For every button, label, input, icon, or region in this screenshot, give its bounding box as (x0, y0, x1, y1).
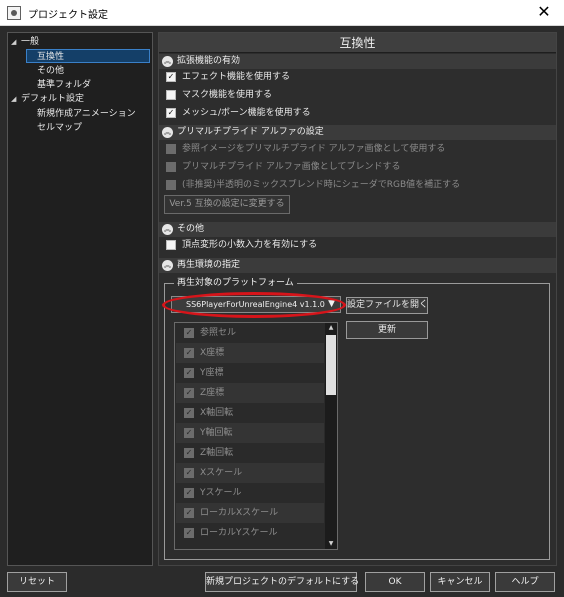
reset-button[interactable]: リセット (7, 572, 67, 592)
scroll-up-icon[interactable]: ▲ (325, 323, 337, 333)
checkbox[interactable]: ✓ (184, 408, 194, 418)
close-icon[interactable]: ✕ (524, 0, 564, 26)
list-item-label: X軸回転 (200, 408, 234, 418)
checkbox[interactable] (166, 162, 176, 172)
open-settings-file-button[interactable]: 設定ファイルを開く (346, 297, 428, 314)
list-item[interactable]: ✓ Xスケール (176, 463, 324, 483)
section-label: プリマルチプライド アルファの設定 (177, 127, 324, 137)
section-premultiplied-alpha[interactable]: ︽ プリマルチプライド アルファの設定 (159, 125, 556, 140)
checkbox[interactable]: ✓ (184, 528, 194, 538)
list-item-label: X座標 (200, 348, 225, 358)
list-item[interactable]: ✓ Yスケール (176, 483, 324, 503)
section-label: その他 (177, 224, 205, 234)
list-item[interactable]: ✓ X軸回転 (176, 403, 324, 423)
list-item-label: ローカルXスケール (200, 508, 279, 518)
list-item-label: Y軸回転 (200, 428, 233, 438)
tree-item-other[interactable]: その他 (37, 64, 64, 78)
checkbox[interactable] (166, 180, 176, 190)
list-item-label: Z座標 (200, 388, 225, 398)
checkbox[interactable]: ✓ (184, 488, 194, 498)
checkbox[interactable]: ✓ (166, 72, 176, 82)
list-item[interactable]: ✓ ローカルXスケール (176, 503, 324, 523)
list-item-label: Y座標 (200, 368, 224, 378)
list-item[interactable]: ✓ X座標 (176, 343, 324, 363)
list-item[interactable]: ✓ 参照セル (176, 323, 324, 343)
tree-item-cellmap[interactable]: セルマップ (37, 121, 82, 135)
tree-item-label: セルマップ (37, 123, 83, 133)
tree-item-default-settings[interactable]: ◢ デフォルト設定 (11, 92, 84, 106)
option-label: 参照イメージをプリマルチプライド アルファ画像として使用する (182, 144, 446, 154)
scroll-down-icon[interactable]: ▼ (325, 539, 337, 549)
checkbox[interactable] (166, 90, 176, 100)
category-tree: ◢ 一般 互換性 その他 基準フォルダ ◢ デフォルト設定 新規作成アニメーション … (7, 32, 153, 566)
checkbox[interactable]: ✓ (184, 468, 194, 478)
section-label: 拡張機能の有効 (177, 56, 241, 66)
checkbox[interactable] (166, 144, 176, 154)
list-item[interactable]: ✓ Y座標 (176, 363, 324, 383)
expand-arrow-icon[interactable]: ◢ (11, 92, 21, 106)
checkbox[interactable]: ✓ (184, 508, 194, 518)
list-item[interactable]: ✓ ローカルYスケール (176, 523, 324, 543)
app-icon (7, 6, 21, 20)
list-item[interactable]: ✓ Y軸回転 (176, 423, 324, 443)
option-label: メッシュ/ボーン機能を使用する (182, 108, 311, 118)
cancel-button[interactable]: キャンセル (430, 572, 490, 592)
list-item[interactable]: ✓ Z軸回転 (176, 443, 324, 463)
checkbox[interactable]: ✓ (184, 388, 194, 398)
help-button[interactable]: ヘルプ (495, 572, 555, 592)
list-item-label: ローカルYスケール (200, 528, 278, 538)
scroll-thumb[interactable] (326, 335, 336, 395)
list-item-label: 参照セル (200, 328, 237, 338)
section-label: 再生環境の指定 (177, 260, 241, 270)
tree-item-general[interactable]: ◢ 一般 (11, 35, 39, 49)
checkbox[interactable]: ✓ (166, 108, 176, 118)
set-default-for-new-project-button[interactable]: 新規プロジェクトのデフォルトにする (205, 572, 359, 592)
expand-arrow-icon[interactable]: ◢ (11, 35, 21, 49)
option-label: 頂点変形の小数入力を有効にする (182, 240, 318, 250)
section-playback-environment[interactable]: ︽ 再生環境の指定 (159, 258, 556, 273)
tree-item-label: 新規作成アニメーション (37, 109, 136, 119)
page-title: 互換性 (159, 33, 556, 53)
platform-group-title: 再生対象のプラットフォーム (174, 278, 297, 289)
list-scrollbar[interactable]: ▲ ▼ (325, 323, 337, 549)
option-label: プリマルチプライド アルファ画像としてブレンドする (182, 162, 401, 172)
tree-item-base-folder[interactable]: 基準フォルダ (37, 78, 91, 92)
checkbox[interactable]: ✓ (184, 428, 194, 438)
attribute-list[interactable]: ✓ 参照セル ✓ X座標 ✓ Y座標 ✓ Z座標 ✓ X軸回転 ✓ Y軸回転 ✓ Z軸回転 ✓… (174, 322, 338, 550)
tree-item-new-animation[interactable]: 新規作成アニメーション (37, 107, 136, 121)
collapse-icon[interactable]: ︽ (162, 260, 173, 271)
ok-button[interactable]: OK (365, 572, 425, 592)
collapse-icon[interactable]: ︽ (162, 127, 173, 138)
collapse-icon[interactable]: ︽ (162, 56, 173, 67)
collapse-icon[interactable]: ︽ (162, 224, 173, 235)
checkbox[interactable]: ✓ (184, 348, 194, 358)
option-label: (非推奨)半透明のミックスブレンド時にシェーダでRGB値を補正する (182, 180, 461, 190)
highlight-annotation-ring (162, 292, 346, 318)
checkbox[interactable]: ✓ (184, 448, 194, 458)
checkbox[interactable]: ✓ (184, 368, 194, 378)
ver5-compat-button[interactable]: Ver.5 互換の設定に変更する (164, 195, 290, 214)
list-item-label: Xスケール (200, 468, 243, 478)
checkbox[interactable] (166, 240, 176, 250)
title-bar: プロジェクト設定 ✕ (0, 0, 564, 26)
window-title: プロジェクト設定 (28, 10, 108, 21)
tree-item-compatibility[interactable]: 互換性 (26, 49, 150, 63)
tree-item-label: 一般 (21, 37, 40, 47)
option-label: マスク機能を使用する (182, 90, 273, 100)
section-other[interactable]: ︽ その他 (159, 222, 556, 237)
section-extended-features[interactable]: ︽ 拡張機能の有効 (159, 54, 556, 69)
list-item-label: Z軸回転 (200, 448, 234, 458)
tree-item-label: 基準フォルダ (37, 80, 92, 90)
list-item-label: Yスケール (200, 488, 242, 498)
option-label: エフェクト機能を使用する (182, 72, 291, 82)
list-item[interactable]: ✓ Z座標 (176, 383, 324, 403)
tree-item-label: デフォルト設定 (21, 94, 85, 104)
refresh-button[interactable]: 更新 (346, 321, 428, 339)
tree-item-label: その他 (37, 66, 65, 76)
tree-item-label: 互換性 (37, 52, 65, 62)
checkbox[interactable]: ✓ (184, 328, 194, 338)
